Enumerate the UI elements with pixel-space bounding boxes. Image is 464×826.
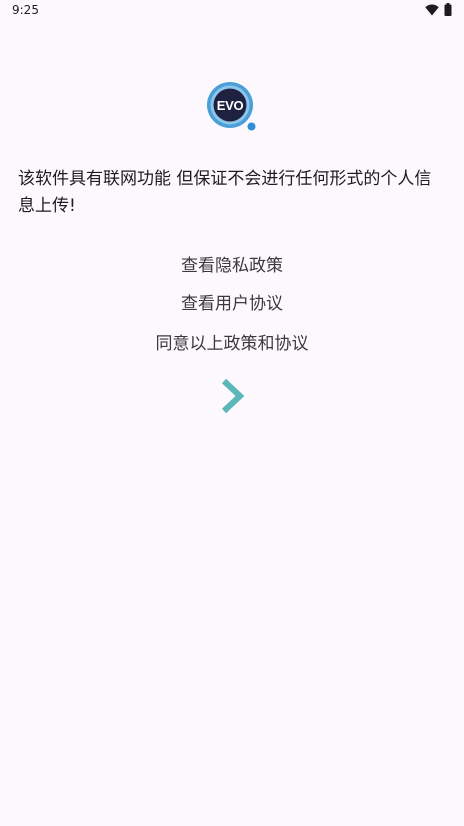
app-logo: EVO [206,81,258,133]
status-icons [425,3,452,16]
app-logo-text: EVO [216,97,244,113]
network-notice: 该软件具有联网功能 但保证不会进行任何形式的个人信息上传! [18,169,432,216]
battery-icon [444,3,452,16]
wifi-icon [425,4,439,15]
next-button[interactable] [216,377,250,415]
view-privacy-policy-link[interactable]: 查看隐私政策 [0,251,464,276]
status-time: 9:25 [12,3,39,17]
chevron-right-icon [221,378,245,414]
view-user-agreement-link[interactable]: 查看用户协议 [0,289,464,314]
status-bar: 9:25 [0,0,464,22]
agree-policies-link[interactable]: 同意以上政策和协议 [0,329,464,354]
